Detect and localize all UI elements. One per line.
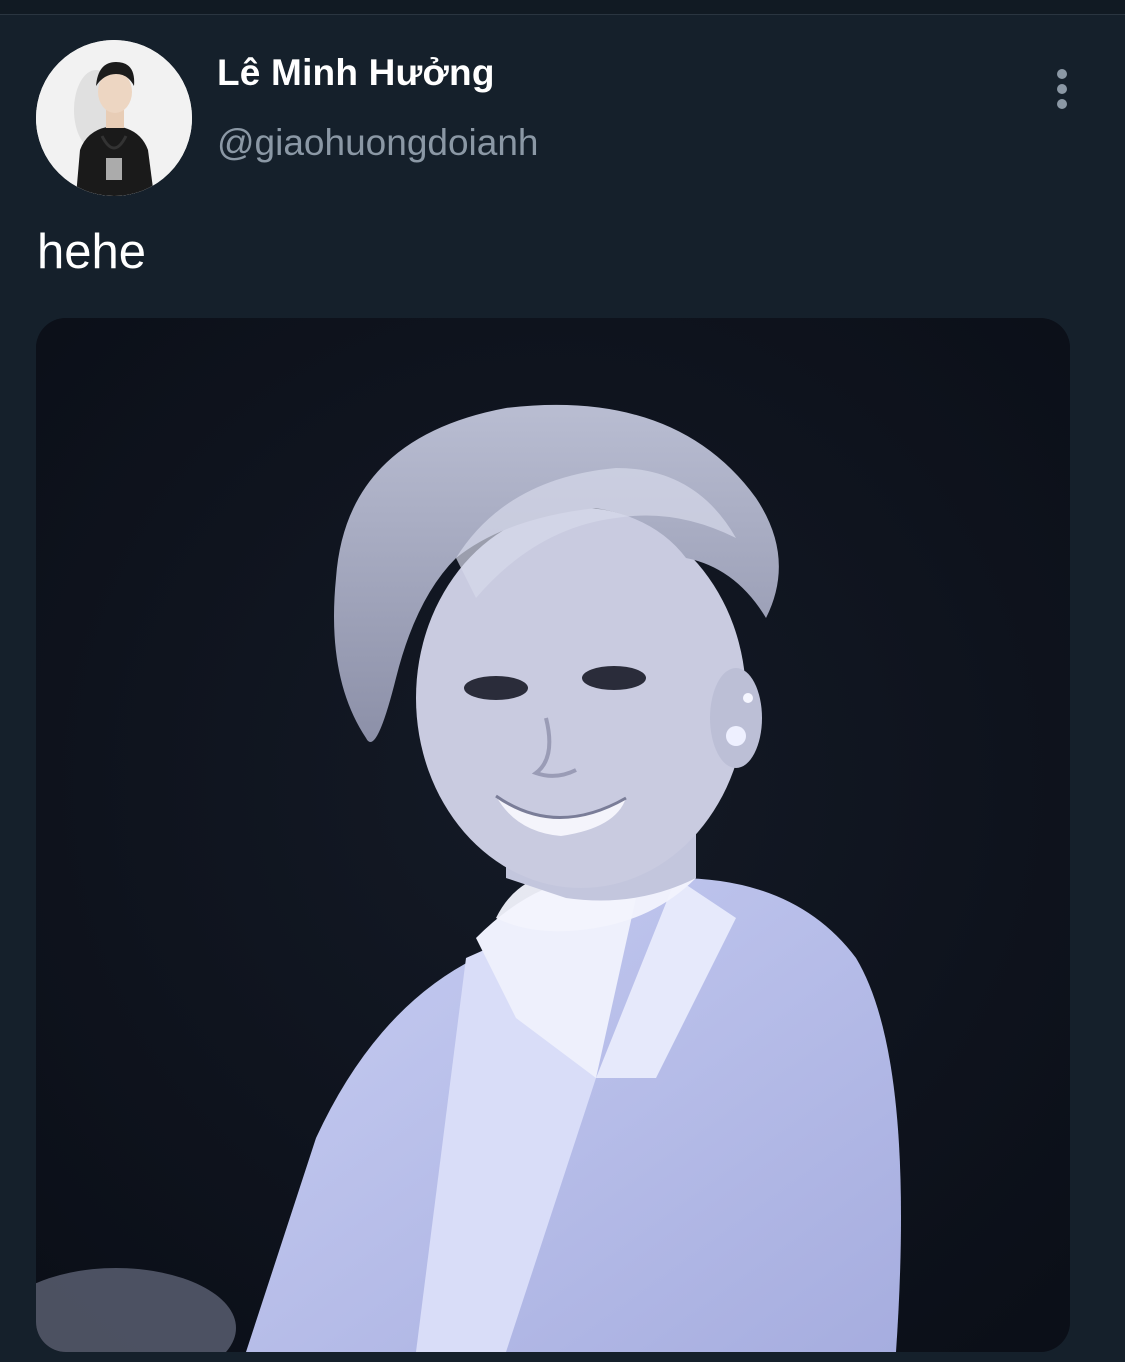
avatar-photo: [36, 40, 192, 196]
author-handle[interactable]: @giaohuongdoianh: [217, 122, 539, 164]
tweet-media-photo[interactable]: [36, 318, 1070, 1352]
more-vertical-icon: [1057, 69, 1067, 109]
photo-illustration: [36, 318, 1070, 1352]
author-display-name[interactable]: Lê Minh Hưởng: [217, 52, 495, 94]
top-divider: [0, 0, 1125, 15]
tweet-text: hehe: [37, 225, 147, 279]
author-avatar[interactable]: [36, 40, 192, 196]
more-options-button[interactable]: [1040, 64, 1084, 116]
